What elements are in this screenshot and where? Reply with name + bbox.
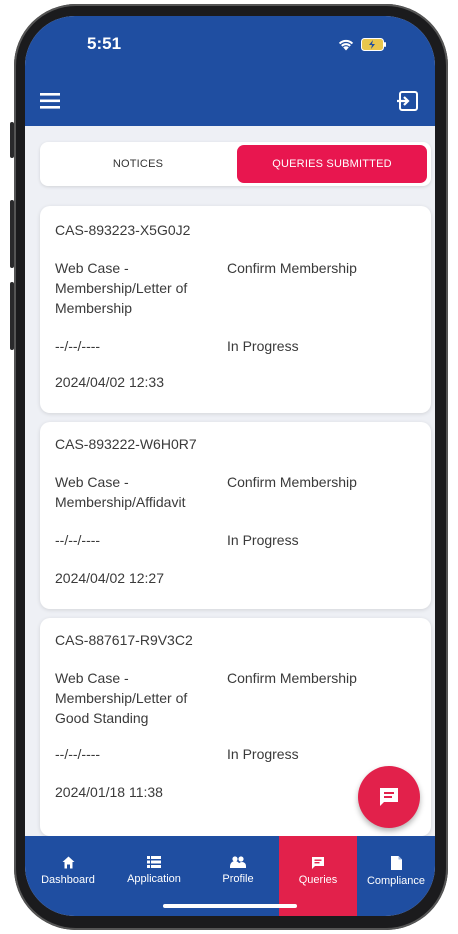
tab-notices[interactable]: NOTICES xyxy=(43,145,233,183)
new-query-button[interactable] xyxy=(358,766,420,828)
tab-queries-submitted[interactable]: QUERIES SUBMITTED xyxy=(237,145,427,183)
tab-bar: NOTICES QUERIES SUBMITTED xyxy=(40,142,431,186)
status-icons xyxy=(337,38,387,51)
case-id: CAS-893223-X5G0J2 xyxy=(55,222,191,238)
app-screen: 5:51 NOTICES QUERIES SUBMITTED CAS-89322… xyxy=(25,16,435,916)
message-icon xyxy=(380,788,398,806)
nav-label: Compliance xyxy=(366,875,426,887)
case-id: CAS-893222-W6H0R7 xyxy=(55,436,197,452)
case-card[interactable]: CAS-893222-W6H0R7 Web Case - Membership/… xyxy=(40,422,431,609)
case-type: Web Case - Membership/Letter of Good Sta… xyxy=(55,670,188,726)
case-due-date: --/--/---- xyxy=(55,338,101,354)
chat-icon xyxy=(312,857,324,869)
case-status: In Progress xyxy=(227,338,299,354)
nav-label: Application xyxy=(127,873,181,885)
case-timestamp: 2024/01/18 11:38 xyxy=(55,784,163,800)
volume-down-button xyxy=(10,282,14,350)
case-due-date: --/--/---- xyxy=(55,746,101,762)
home-indicator[interactable] xyxy=(163,904,297,908)
case-category: Confirm Membership xyxy=(227,474,357,490)
wifi-icon xyxy=(338,39,354,51)
status-bar: 5:51 xyxy=(25,16,435,76)
case-category: Confirm Membership xyxy=(227,670,357,686)
case-type: Web Case - Membership/Affidavit xyxy=(55,474,186,510)
nav-compliance[interactable]: Compliance xyxy=(357,836,435,916)
battery-charging-icon xyxy=(361,38,386,51)
mute-switch xyxy=(10,122,14,158)
case-timestamp: 2024/04/02 12:33 xyxy=(55,374,164,390)
case-card[interactable]: CAS-893223-X5G0J2 Web Case - Membership/… xyxy=(40,206,431,413)
list-icon xyxy=(147,856,161,868)
case-status: In Progress xyxy=(227,746,299,762)
home-icon xyxy=(62,856,74,869)
bottom-nav: Dashboard Application Profile Queries Co… xyxy=(25,836,435,916)
app-bar xyxy=(25,76,435,126)
case-due-date: --/--/---- xyxy=(55,532,101,548)
nav-label: Queries xyxy=(298,874,338,886)
document-icon xyxy=(390,856,402,870)
status-time: 5:51 xyxy=(87,34,122,53)
case-type: Web Case - Membership/Letter of Membersh… xyxy=(55,260,188,316)
case-status: In Progress xyxy=(227,532,299,548)
main-content: NOTICES QUERIES SUBMITTED CAS-893223-X5G… xyxy=(25,126,435,836)
case-id: CAS-887617-R9V3C2 xyxy=(55,632,193,648)
logout-icon[interactable] xyxy=(395,88,421,114)
nav-dashboard[interactable]: Dashboard xyxy=(25,836,111,916)
nav-label: Dashboard xyxy=(41,874,95,886)
nav-label: Profile xyxy=(222,873,254,885)
case-timestamp: 2024/04/02 12:27 xyxy=(55,570,164,586)
hamburger-menu-icon[interactable] xyxy=(40,92,62,110)
people-icon xyxy=(230,856,246,868)
volume-up-button xyxy=(10,200,14,268)
case-category: Confirm Membership xyxy=(227,260,357,276)
